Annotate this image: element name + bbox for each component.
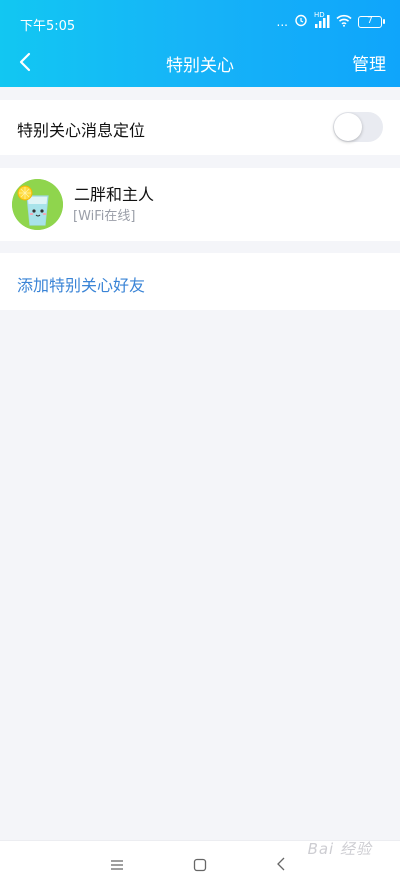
toggle-knob: [334, 113, 362, 141]
status-bar: 下午5:05 ... HD 7: [0, 0, 400, 46]
battery-icon: 7: [358, 15, 385, 28]
add-special-friend-link[interactable]: 添加特别关心好友: [17, 272, 145, 296]
location-setting-row: 特别关心消息定位: [0, 100, 400, 155]
app-header: 下午5:05 ... HD 7 特别关心 管理: [0, 0, 400, 87]
status-icons: ... HD 7: [276, 11, 385, 30]
status-time: 下午5:05: [20, 19, 76, 34]
menu-icon[interactable]: [110, 856, 124, 875]
network-type-label: HD: [314, 11, 325, 19]
wifi-icon: [336, 14, 352, 30]
avatar: [12, 179, 63, 230]
signal-icon: HD: [314, 11, 330, 28]
add-friend-row[interactable]: 添加特别关心好友: [0, 253, 400, 310]
back-nav-icon[interactable]: [276, 856, 286, 875]
page-title: 特别关心: [166, 56, 234, 76]
friend-name: 二胖和主人: [74, 185, 155, 204]
watermark-text: Bai 经验: [307, 840, 372, 858]
navigation-bar: 特别关心 管理: [0, 46, 400, 87]
manage-button[interactable]: 管理: [352, 50, 386, 75]
location-toggle[interactable]: [333, 112, 383, 142]
home-icon[interactable]: [193, 857, 207, 876]
more-dots-icon: ...: [276, 14, 288, 29]
location-setting-label: 特别关心消息定位: [17, 121, 146, 140]
friend-online-status: [WiFi在线]: [73, 209, 136, 224]
friend-list-item[interactable]: 二胖和主人 [WiFi在线]: [0, 168, 400, 241]
alarm-icon: [294, 13, 308, 30]
